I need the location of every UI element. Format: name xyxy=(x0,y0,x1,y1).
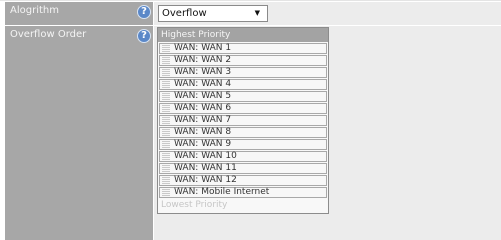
list-item[interactable]: WAN: WAN 6 xyxy=(159,103,327,114)
list-item[interactable]: WAN: WAN 11 xyxy=(159,163,327,174)
drag-handle-icon[interactable] xyxy=(162,57,170,64)
priority-list-footer: Lowest Priority xyxy=(161,200,228,210)
algorithm-label-cell: Alogrithm ? xyxy=(5,2,153,25)
algorithm-label: Alogrithm xyxy=(10,5,59,16)
list-item[interactable]: WAN: WAN 8 xyxy=(159,127,327,138)
list-item[interactable]: WAN: WAN 5 xyxy=(159,91,327,102)
drag-handle-icon[interactable] xyxy=(162,117,170,124)
list-item[interactable]: WAN: WAN 1 xyxy=(159,43,327,54)
list-item-label: WAN: WAN 12 xyxy=(174,175,237,185)
list-item-label: WAN: WAN 3 xyxy=(174,67,232,77)
priority-list: Highest Priority WAN: WAN 1 WAN: WAN 2 W… xyxy=(157,27,329,214)
drag-handle-icon[interactable] xyxy=(162,93,170,100)
drag-handle-icon[interactable] xyxy=(162,129,170,136)
list-item-label: WAN: WAN 5 xyxy=(174,91,232,101)
list-item[interactable]: WAN: WAN 4 xyxy=(159,79,327,90)
drag-handle-icon[interactable] xyxy=(162,189,170,196)
list-item-label: WAN: WAN 1 xyxy=(174,43,232,53)
list-item[interactable]: WAN: WAN 10 xyxy=(159,151,327,162)
drag-handle-icon[interactable] xyxy=(162,45,170,52)
list-item[interactable]: WAN: WAN 9 xyxy=(159,139,327,150)
list-item-label: WAN: WAN 7 xyxy=(174,115,232,125)
overflow-order-value-cell: Highest Priority WAN: WAN 1 WAN: WAN 2 W… xyxy=(154,26,501,240)
overflow-order-label: Overflow Order xyxy=(10,29,87,40)
priority-list-header: Highest Priority xyxy=(158,28,328,42)
list-item[interactable]: WAN: WAN 2 xyxy=(159,55,327,66)
drag-handle-icon[interactable] xyxy=(162,69,170,76)
list-item[interactable]: WAN: WAN 3 xyxy=(159,67,327,78)
list-item-label: WAN: WAN 11 xyxy=(174,163,237,173)
list-item-label: WAN: WAN 9 xyxy=(174,139,232,149)
list-item[interactable]: WAN: Mobile Internet xyxy=(159,187,327,198)
help-icon[interactable]: ? xyxy=(137,5,151,19)
drag-handle-icon[interactable] xyxy=(162,105,170,112)
drag-handle-icon[interactable] xyxy=(162,177,170,184)
list-item-label: WAN: WAN 6 xyxy=(174,103,232,113)
list-item-label: WAN: Mobile Internet xyxy=(174,187,270,197)
help-icon[interactable]: ? xyxy=(137,29,151,43)
list-item[interactable]: WAN: WAN 7 xyxy=(159,115,327,126)
algorithm-select-value: Overflow xyxy=(162,8,207,19)
drag-handle-icon[interactable] xyxy=(162,141,170,148)
dropdown-arrow-icon: ▼ xyxy=(254,9,260,17)
list-item-label: WAN: WAN 10 xyxy=(174,151,237,161)
priority-items: WAN: WAN 1 WAN: WAN 2 WAN: WAN 3 WAN: WA… xyxy=(158,43,328,198)
overflow-order-label-cell: Overflow Order ? xyxy=(5,26,153,240)
drag-handle-icon[interactable] xyxy=(162,165,170,172)
algorithm-select[interactable]: Overflow ▼ xyxy=(158,5,268,22)
top-border xyxy=(0,0,501,1)
list-item-label: WAN: WAN 4 xyxy=(174,79,232,89)
list-item-label: WAN: WAN 2 xyxy=(174,55,232,65)
algorithm-value-cell: Overflow ▼ xyxy=(154,2,501,25)
list-item-label: WAN: WAN 8 xyxy=(174,127,232,137)
drag-handle-icon[interactable] xyxy=(162,81,170,88)
list-item[interactable]: WAN: WAN 12 xyxy=(159,175,327,186)
drag-handle-icon[interactable] xyxy=(162,153,170,160)
